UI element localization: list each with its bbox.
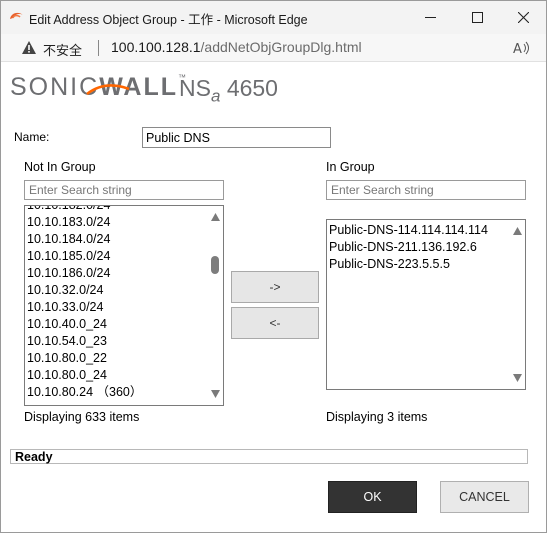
scroll-down-icon[interactable] xyxy=(211,390,220,398)
list-item[interactable]: 10.10.185.0/24 xyxy=(27,248,207,265)
in-group-count: Displaying 3 items xyxy=(326,410,428,424)
list-item[interactable]: 10.10.33.0/24 xyxy=(27,299,207,316)
not-in-group-count: Displaying 633 items xyxy=(24,410,140,424)
address-bar: 不安全 100.100.128.1/addNetObjGroupDlg.html… xyxy=(1,34,546,62)
model-prefix: NS xyxy=(179,75,211,101)
name-input[interactable] xyxy=(142,127,331,148)
minimize-button[interactable] xyxy=(407,1,453,34)
ok-button[interactable]: OK xyxy=(328,481,417,513)
in-group-label: In Group xyxy=(326,160,375,174)
read-aloud-icon[interactable]: A xyxy=(513,40,531,56)
warning-icon[interactable] xyxy=(21,40,37,55)
list-item[interactable]: 10.10.32.0/24 xyxy=(27,282,207,299)
not-in-group-items: 10.10.182.0/24 10.10.183.0/24 10.10.184.0/… xyxy=(27,206,207,401)
security-status[interactable]: 不安全 xyxy=(43,40,82,59)
list-item[interactable]: 10.10.80.0_24 xyxy=(27,367,207,384)
list-item[interactable]: Public-DNS-114.114.114.114 xyxy=(329,222,509,239)
url-host: 100.100.128.1 xyxy=(111,39,201,55)
not-in-group-label: Not In Group xyxy=(24,160,96,174)
list-item[interactable]: 10.10.186.0/24 xyxy=(27,265,207,282)
address-separator xyxy=(98,40,99,56)
model-name: NSa 4650 xyxy=(179,75,278,107)
title-bar: Edit Address Object Group - 工作 - Microso… xyxy=(1,1,546,34)
not-in-group-search-input[interactable] xyxy=(24,180,224,200)
maximize-icon xyxy=(471,12,483,23)
not-in-group-list[interactable]: 10.10.182.0/24 10.10.183.0/24 10.10.184.0/… xyxy=(24,205,224,406)
model-subscript: a xyxy=(210,86,221,106)
browser-window: Edit Address Object Group - 工作 - Microso… xyxy=(0,0,547,533)
list-item[interactable]: 10.10.54.0_23 xyxy=(27,333,207,350)
maximize-button[interactable] xyxy=(454,1,500,34)
logo-swoosh-icon xyxy=(86,84,130,95)
scroll-down-icon[interactable] xyxy=(513,374,522,382)
in-group-list[interactable]: Public-DNS-114.114.114.114 Public-DNS-211… xyxy=(326,219,526,390)
scroll-up-icon[interactable] xyxy=(513,227,522,235)
list-item[interactable]: Public-DNS-211.136.192.6 xyxy=(329,239,509,256)
url-field[interactable]: 100.100.128.1/addNetObjGroupDlg.html xyxy=(111,39,362,55)
list-item[interactable]: 10.10.182.0/24 xyxy=(27,206,207,214)
name-label: Name: xyxy=(14,130,50,144)
list-item[interactable]: 10.10.183.0/24 xyxy=(27,214,207,231)
list-item[interactable]: 10.10.40.0_24 xyxy=(27,316,207,333)
close-icon xyxy=(517,12,529,23)
svg-text:A: A xyxy=(513,42,522,56)
url-path: /addNetObjGroupDlg.html xyxy=(200,39,362,55)
in-group-search-input[interactable] xyxy=(326,180,526,200)
list-item[interactable]: 10.10.80.24 （360） xyxy=(27,384,207,401)
close-button[interactable] xyxy=(500,1,546,34)
add-to-group-button[interactable]: -> xyxy=(231,271,319,303)
status-bar: Ready xyxy=(10,449,528,464)
cancel-button[interactable]: CANCEL xyxy=(440,481,529,513)
in-group-items: Public-DNS-114.114.114.114 Public-DNS-211… xyxy=(329,222,509,273)
model-number: 4650 xyxy=(226,75,278,101)
list-item[interactable]: 10.10.80.0_22 xyxy=(27,350,207,367)
list-item[interactable]: Public-DNS-223.5.5.5 xyxy=(329,256,509,273)
list-item[interactable]: 10.10.184.0/24 xyxy=(27,231,207,248)
scroll-up-icon[interactable] xyxy=(211,213,220,221)
minimize-icon xyxy=(424,17,436,18)
remove-from-group-button[interactable]: <- xyxy=(231,307,319,339)
scrollbar-thumb[interactable] xyxy=(211,256,219,275)
edge-logo-icon xyxy=(10,12,23,19)
window-title: Edit Address Object Group - 工作 - Microso… xyxy=(29,13,308,27)
